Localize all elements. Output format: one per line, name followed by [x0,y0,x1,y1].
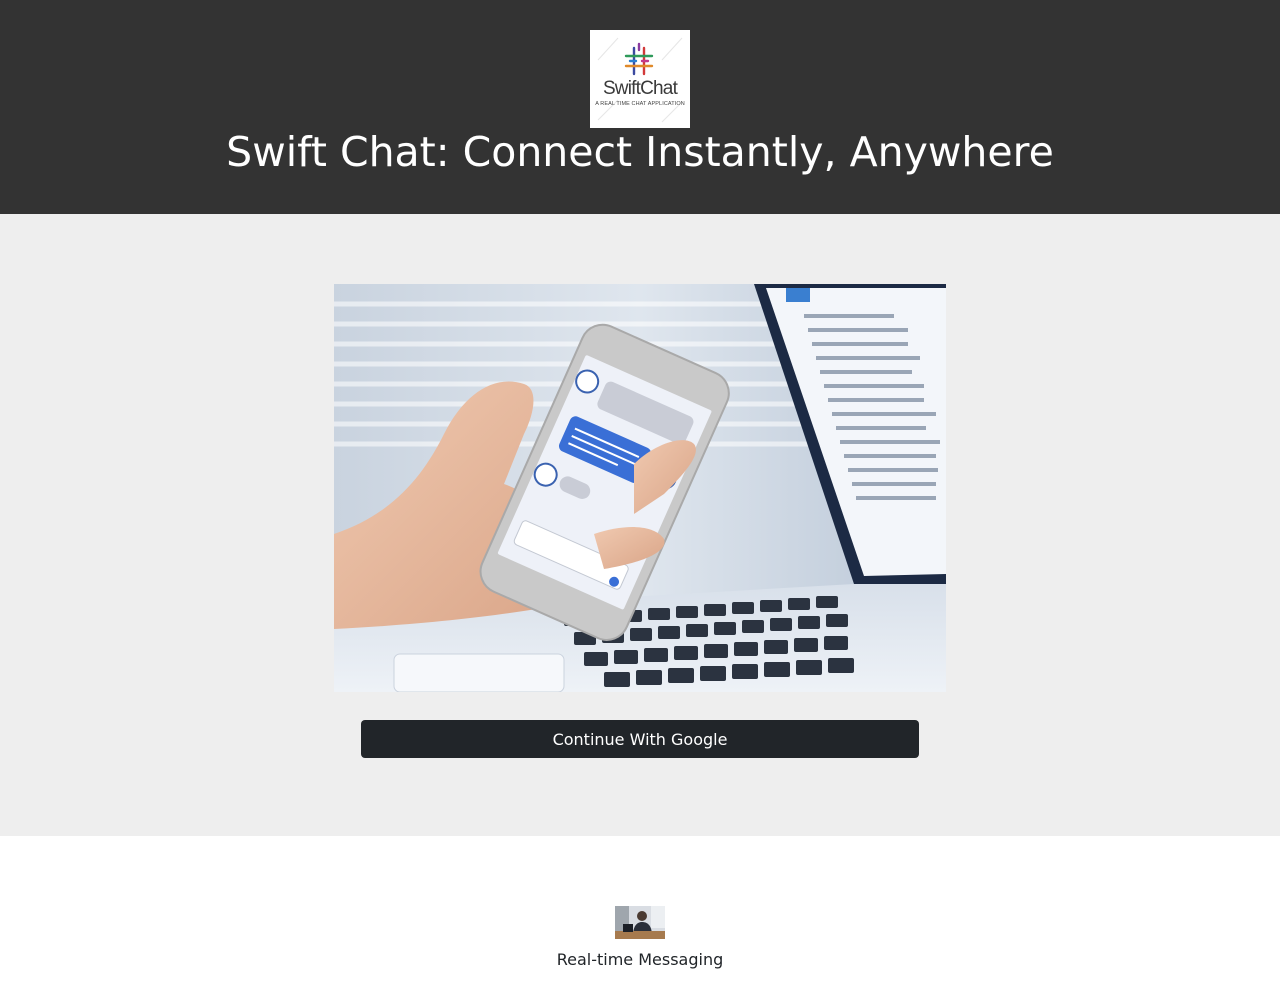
hero-section: Continue With Google [0,214,1280,836]
features-section: Real-time Messaging [0,836,1280,986]
person-at-desk-icon [615,906,665,939]
page-title: Swift Chat: Connect Instantly, Anywhere [226,128,1054,176]
feature-label-realtime-messaging: Real-time Messaging [556,950,724,969]
logo-tagline: A REAL TIME CHAT APPLICATION [595,101,685,107]
logo-name: SwiftChat [602,78,678,99]
feature-thumbnail [615,906,665,939]
swiftchat-logo: SwiftChat A REAL TIME CHAT APPLICATION [590,30,690,128]
continue-with-google-button[interactable]: Continue With Google [361,720,919,758]
hero-image [334,284,946,692]
phone-chat-over-laptop-illustration [334,284,946,692]
site-header: SwiftChat A REAL TIME CHAT APPLICATION S… [0,0,1280,214]
